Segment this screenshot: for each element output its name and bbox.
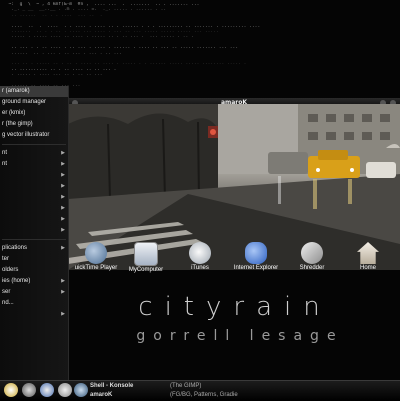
desktop-icon-shredder[interactable]: Shredder [284, 240, 340, 272]
menu-item[interactable]: nd... [0, 298, 68, 309]
submenu-arrow-icon: ▶ [61, 150, 65, 156]
menu-separator [2, 144, 66, 145]
menu-item-label: r (amarok) [2, 88, 30, 94]
internet-explorer-icon [245, 242, 267, 264]
menu-item[interactable]: ies (home) ▶ [0, 276, 68, 287]
menu-item[interactable]: ser ▶ [0, 287, 68, 298]
submenu-arrow-icon: ▶ [61, 183, 65, 189]
menu-item-label: er (kmix) [2, 110, 26, 116]
menu-item[interactable]: ▶ [0, 225, 68, 236]
menu-item-label: nt [2, 161, 8, 167]
menu-item-label: ground manager [2, 99, 47, 105]
menu-item[interactable]: ▶ [0, 214, 68, 225]
menu-item[interactable]: r (amarok) [0, 86, 68, 97]
submenu-arrow-icon: ▶ [61, 245, 65, 251]
taskbar-task-amarok[interactable]: amaroK [90, 391, 112, 400]
desktop-icons: uickTime Player MyComputer iTunes Intern… [68, 240, 400, 286]
menu-item[interactable]: plications ▶ [0, 243, 68, 254]
computer-icon [134, 242, 158, 266]
taskbar: Shell - Konsole (The GIMP) amaroK (FG/BG… [0, 380, 400, 401]
task-label: (The GIMP) [170, 383, 202, 389]
menu-item[interactable]: ▶ [0, 181, 68, 192]
menu-item-label: olders [2, 267, 19, 273]
submenu-arrow-icon: ▶ [61, 161, 65, 167]
menu-separator [2, 239, 66, 240]
menu-item-label: plications [2, 245, 28, 251]
menu-item[interactable]: ground manager [0, 97, 68, 108]
menu-item[interactable]: ▶ [0, 192, 68, 203]
k-menu: r (amarok) ground manager er (kmix) r (the … [0, 86, 69, 380]
konqueror-icon[interactable] [22, 383, 36, 397]
app-icon[interactable] [74, 383, 88, 397]
branding-subtitle: gorrell lesage [136, 328, 344, 344]
desktop-icon-mycomputer[interactable]: MyComputer [118, 240, 174, 274]
itunes-icon [189, 242, 211, 264]
icon-label: uickTime Player [74, 265, 118, 271]
submenu-arrow-icon: ▶ [61, 205, 65, 211]
taskbar-task-gimp-toolbox[interactable]: (FG/BG, Patterns, Gradie [170, 391, 238, 400]
quicktime-icon [85, 242, 107, 264]
taskbar-task-gimp[interactable]: (The GIMP) [170, 382, 201, 391]
submenu-arrow-icon: ▶ [61, 172, 65, 178]
menu-item-label: ter [2, 256, 10, 262]
desktop-icon-home[interactable]: Home [340, 240, 396, 272]
task-label: (FG/BG, Patterns, Gradie [170, 392, 238, 398]
menu-item[interactable]: r (the gimp) [0, 119, 68, 130]
menu-item-label: g vector illustrator [2, 132, 50, 138]
task-label: Shell - Konsole [90, 383, 134, 389]
icon-label: iTunes [191, 265, 209, 271]
menu-item[interactable]: olders [0, 265, 68, 276]
submenu-arrow-icon: ▶ [61, 216, 65, 222]
branding-title: cityrain [138, 292, 332, 322]
home-icon [357, 242, 379, 264]
desktop-icon-itunes[interactable]: iTunes [172, 240, 228, 272]
icon-label: Home [359, 265, 376, 271]
menu-item-label: nd... [2, 300, 14, 306]
menu-item-label: ser [2, 289, 11, 295]
desktop-icon-internet-explorer[interactable]: Internet Explorer [228, 240, 284, 272]
submenu-arrow-icon: ▶ [61, 311, 65, 317]
menu-item-label: r (the gimp) [2, 121, 33, 127]
menu-item[interactable]: ▶ [0, 203, 68, 214]
submenu-arrow-icon: ▶ [61, 289, 65, 295]
menu-item[interactable]: ▶ [0, 170, 68, 181]
menu-item[interactable]: g vector illustrator [0, 130, 68, 141]
files-icon[interactable] [58, 383, 72, 397]
menu-item-label: nt [2, 150, 8, 156]
menu-item[interactable]: nt ▶ [0, 148, 68, 159]
taskbar-task-konsole[interactable]: Shell - Konsole [90, 382, 133, 391]
submenu-arrow-icon: ▶ [61, 227, 65, 233]
menu-item[interactable]: ter [0, 254, 68, 265]
menu-item[interactable]: nt ▶ [0, 159, 68, 170]
desktop-icon-quicktime[interactable]: uickTime Player [68, 240, 124, 272]
task-label: amaroK [90, 392, 113, 398]
shredder-icon [301, 242, 323, 264]
browser-icon[interactable] [40, 383, 54, 397]
icon-label: MyComputer [128, 267, 164, 273]
menu-item[interactable]: ▶ [0, 309, 68, 320]
menu-item-label: ies (home) [2, 278, 31, 284]
terminal-output: ~: g \ ~ ,`4 kmf(&-m #n , .... ... . ...… [0, 0, 400, 92]
k-menu-button-icon[interactable] [4, 383, 18, 397]
icon-label: Internet Explorer [233, 265, 279, 271]
submenu-arrow-icon: ▶ [61, 278, 65, 284]
submenu-arrow-icon: ▶ [61, 194, 65, 200]
icon-label: Shredder [299, 265, 325, 271]
menu-item[interactable]: er (kmix) [0, 108, 68, 119]
menu-item[interactable] [0, 320, 68, 331]
